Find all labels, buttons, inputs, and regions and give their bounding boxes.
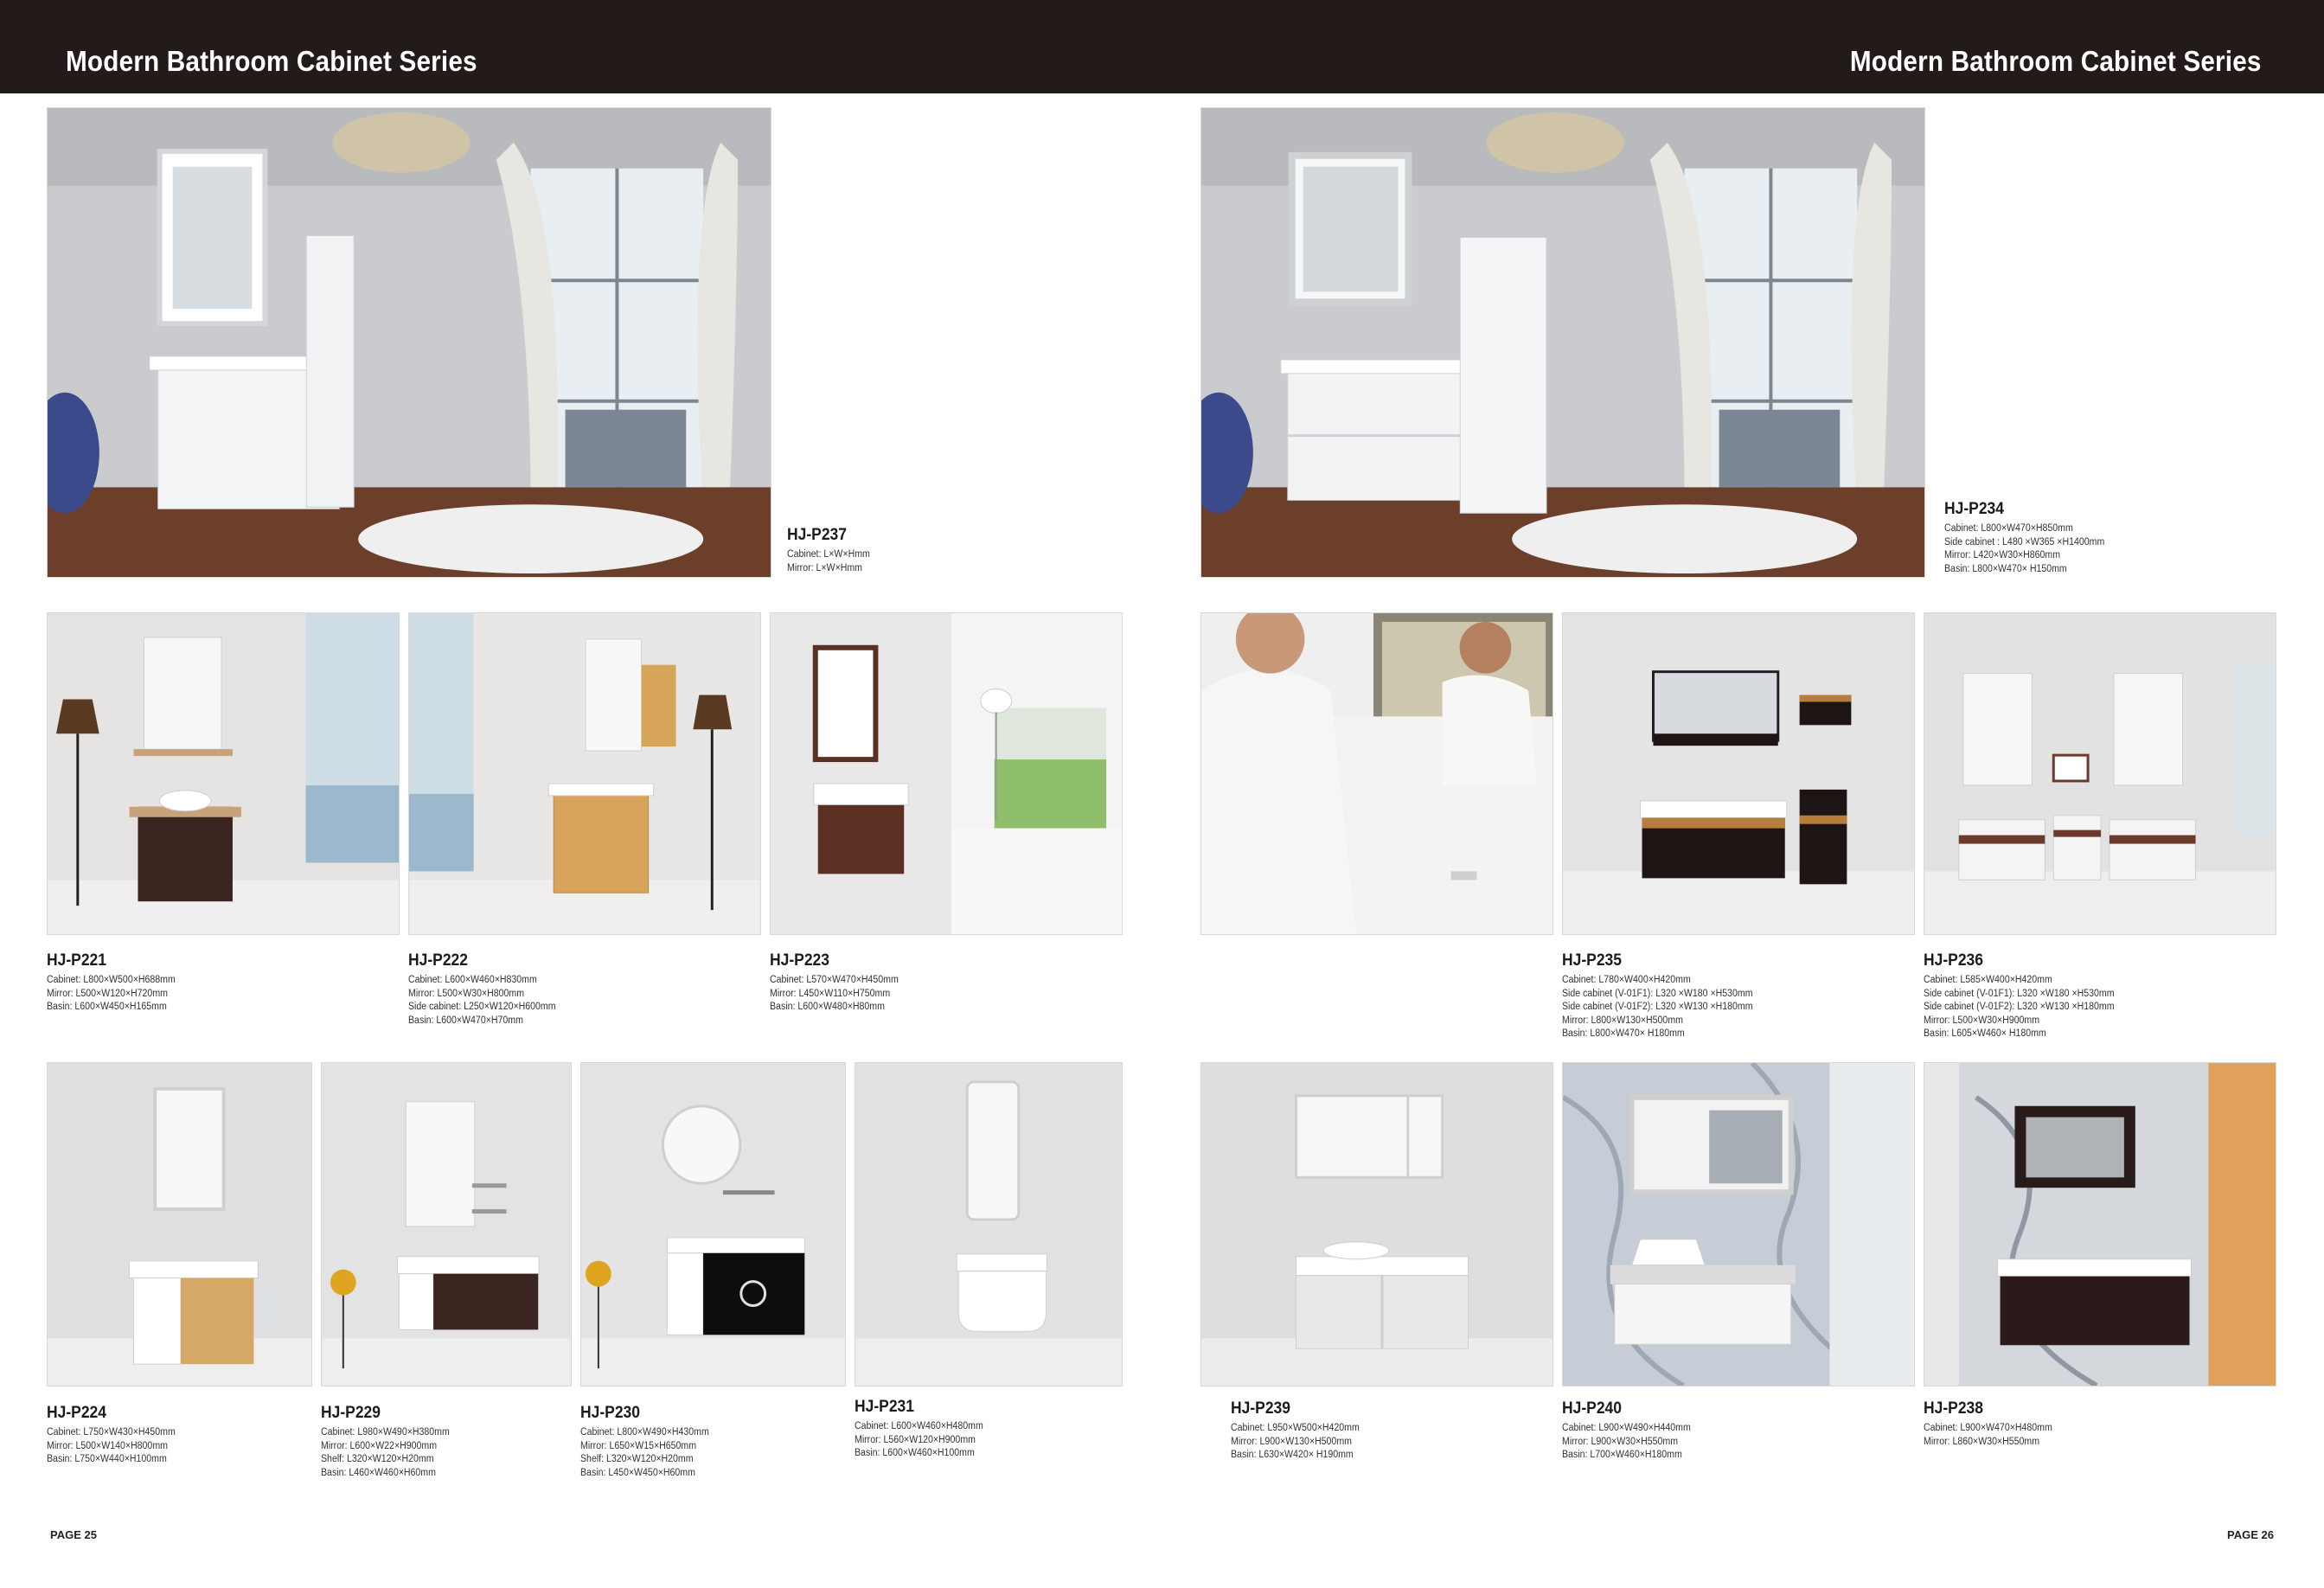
product-photo-hj-p231: [855, 1062, 1123, 1386]
spec-line: Basin: L450×W450×H60mm: [580, 1467, 695, 1478]
product-photo-hj-p223: [770, 612, 1123, 935]
caption-hj-p229: HJ-P229 Cabinet: L980×W490×H380mm Mirror…: [321, 1404, 461, 1480]
caption-hj-p223: HJ-P223 Cabinet: L570×W470×H450mm Mirror…: [770, 951, 910, 1015]
product-code: HJ-P231: [855, 1398, 914, 1416]
product-code: HJ-P236: [1924, 951, 1983, 970]
spec-line: Basin: L600×W470×H70mm: [408, 1015, 523, 1026]
spec-line: Cabinet: L980×W490×H380mm: [321, 1427, 450, 1438]
spec-line: Shelf: L320×W120×H20mm: [321, 1454, 434, 1464]
spec-line: Mirror: L800×W130×H500mm: [1562, 1015, 1683, 1026]
page-number-left: PAGE 25: [50, 1528, 97, 1541]
spec-line: Basin: L630×W420× H190mm: [1231, 1450, 1354, 1460]
spec-line: Basin: L605×W460× H180mm: [1924, 1028, 2046, 1039]
product-photo-hj-p238: [1924, 1062, 2276, 1386]
page-number-right: PAGE 26: [2227, 1528, 2274, 1541]
caption-hj-p234: HJ-P234 Cabinet: L800×W470×H850mm Side c…: [1944, 500, 2118, 576]
product-code: HJ-P240: [1562, 1399, 1622, 1418]
product-code: HJ-P230: [580, 1404, 640, 1422]
product-code: HJ-P238: [1924, 1399, 1983, 1418]
spec-line: Side cabinet (V-01F2): L320 ×W130 ×H180m…: [1924, 1002, 2115, 1012]
spec-line: Cabinet: L585×W400×H420mm: [1924, 975, 2052, 985]
spec-line: Shelf: L320×W120×H20mm: [580, 1454, 694, 1464]
caption-hj-p235: HJ-P235 Cabinet: L780×W400×H420mm Side c…: [1562, 951, 1770, 1041]
spec-line: Cabinet: L780×W400×H420mm: [1562, 975, 1691, 985]
product-code: HJ-P229: [321, 1404, 381, 1422]
spec-line: Side cabinet (V-01F1): L320 ×W180 ×H530m…: [1562, 988, 1753, 999]
spec-line: Mirror: L450×W110×H750mm: [770, 988, 891, 999]
spec-line: Cabinet: L900×W470×H480mm: [1924, 1423, 2052, 1433]
product-photo-hj-p221: [47, 612, 400, 935]
caption-hj-p240: HJ-P240 Cabinet: L900×W490×H440mm Mirror…: [1562, 1399, 1702, 1463]
product-code: HJ-P223: [770, 951, 829, 970]
product-code: HJ-P222: [408, 951, 468, 970]
product-photo-hj-p230: [580, 1062, 846, 1386]
product-code: HJ-P224: [47, 1404, 106, 1422]
product-code: HJ-P234: [1944, 500, 2004, 518]
product-code: HJ-P237: [787, 526, 847, 544]
spec-line: Mirror: L560×W120×H900mm: [855, 1434, 976, 1445]
product-code: HJ-P235: [1562, 951, 1622, 970]
spec-line: Basin: L800×W470× H180mm: [1562, 1028, 1685, 1039]
spec-line: Cabinet: L800×W470×H850mm: [1944, 523, 2073, 534]
product-photo-hj-p222: [408, 612, 761, 935]
spec-line: Cabinet: L800×W500×H688mm: [47, 975, 176, 985]
spec-line: Side cabinet: L250×W120×H600mm: [408, 1002, 556, 1012]
spec-line: Basin: L800×W470× H150mm: [1944, 563, 2067, 574]
header-band: Modern Bathroom Cabinet Series Modern Ba…: [0, 0, 2324, 93]
spec-line: Mirror: L500×W120×H720mm: [47, 988, 168, 999]
spec-line: Cabinet: L570×W470×H450mm: [770, 975, 899, 985]
spec-line: Basin: L600×W460×H100mm: [855, 1448, 975, 1458]
spec-line: Basin: L600×W480×H80mm: [770, 1002, 885, 1012]
product-photo-hj-p236: [1924, 612, 2276, 935]
caption-hj-p231: HJ-P231 Cabinet: L600×W460×H480mm Mirror…: [855, 1398, 995, 1461]
series-title-left: Modern Bathroom Cabinet Series: [66, 45, 477, 77]
spec-line: Side cabinet (V-01F2): L320 ×W130 ×H180m…: [1562, 1002, 1753, 1012]
spec-line: Mirror: L900×W30×H550mm: [1562, 1436, 1679, 1447]
spec-line: Mirror: L650×W15×H650mm: [580, 1440, 697, 1451]
caption-hj-p237: HJ-P237 Cabinet: L×W×Hmm Mirror: L×W×Hmm: [787, 526, 877, 575]
spec-line: Basin: L460×W460×H60mm: [321, 1467, 436, 1478]
spec-line: Basin: L750×W440×H100mm: [47, 1454, 167, 1464]
spec-line: Cabinet: L600×W460×H830mm: [408, 975, 537, 985]
spec-line: Side cabinet (V-01F1): L320 ×W180 ×H530m…: [1924, 988, 2115, 999]
caption-hj-p222: HJ-P222 Cabinet: L600×W460×H830mm Mirror…: [408, 951, 568, 1028]
spec-line: Cabinet: L900×W490×H440mm: [1562, 1423, 1691, 1433]
product-code: HJ-P221: [47, 951, 106, 970]
caption-hj-p236: HJ-P236 Cabinet: L585×W400×H420mm Side c…: [1924, 951, 2131, 1041]
product-code: HJ-P239: [1231, 1399, 1290, 1418]
product-photo-hj-p237: [47, 107, 771, 578]
spec-line: Mirror: L900×W130×H500mm: [1231, 1436, 1352, 1447]
spec-line: Mirror: L600×W22×H900mm: [321, 1440, 438, 1451]
caption-hj-p239: HJ-P239 Cabinet: L950×W500×H420mm Mirror…: [1231, 1399, 1371, 1463]
spec-line: Cabinet: L800×W490×H430mm: [580, 1427, 709, 1438]
spec-line: Mirror: L500×W30×H900mm: [1924, 1015, 2040, 1026]
product-photo-hj-p234: [1200, 107, 1925, 578]
spec-line: Basin: L600×W450×H165mm: [47, 1002, 167, 1012]
spec-line: Mirror: L500×W140×H800mm: [47, 1440, 168, 1451]
spec-line: Side cabinet : L480 ×W365 ×H1400mm: [1944, 536, 2105, 547]
spec-line: Cabinet: L950×W500×H420mm: [1231, 1423, 1360, 1433]
product-photo-hj-p229: [321, 1062, 572, 1386]
spec-line: Cabinet: L600×W460×H480mm: [855, 1421, 983, 1431]
caption-hj-p238: HJ-P238 Cabinet: L900×W470×H480mm Mirror…: [1924, 1399, 2064, 1449]
spec-line: Cabinet: L750×W430×H450mm: [47, 1427, 176, 1438]
spec-line: Mirror: L860×W30×H550mm: [1924, 1436, 2040, 1447]
series-title-right: Modern Bathroom Cabinet Series: [1850, 45, 2262, 77]
caption-hj-p230: HJ-P230 Cabinet: L800×W490×H430mm Mirror…: [580, 1404, 720, 1480]
product-photo-hj-p224: [47, 1062, 312, 1386]
spec-line: Mirror: L500×W30×H800mm: [408, 988, 525, 999]
product-photo-hj-p235-lifestyle: [1200, 612, 1553, 935]
spec-line: Mirror: L420×W30×H860mm: [1944, 550, 2061, 560]
caption-hj-p221: HJ-P221 Cabinet: L800×W500×H688mm Mirror…: [47, 951, 187, 1015]
product-photo-hj-p240: [1562, 1062, 1915, 1386]
spec-line: Mirror: L×W×Hmm: [787, 562, 862, 573]
spec-line: Cabinet: L×W×Hmm: [787, 549, 870, 560]
spec-line: Basin: L700×W460×H180mm: [1562, 1450, 1682, 1460]
product-photo-hj-p239: [1200, 1062, 1553, 1386]
product-photo-hj-p235: [1562, 612, 1915, 935]
caption-hj-p224: HJ-P224 Cabinet: L750×W430×H450mm Mirror…: [47, 1404, 187, 1467]
